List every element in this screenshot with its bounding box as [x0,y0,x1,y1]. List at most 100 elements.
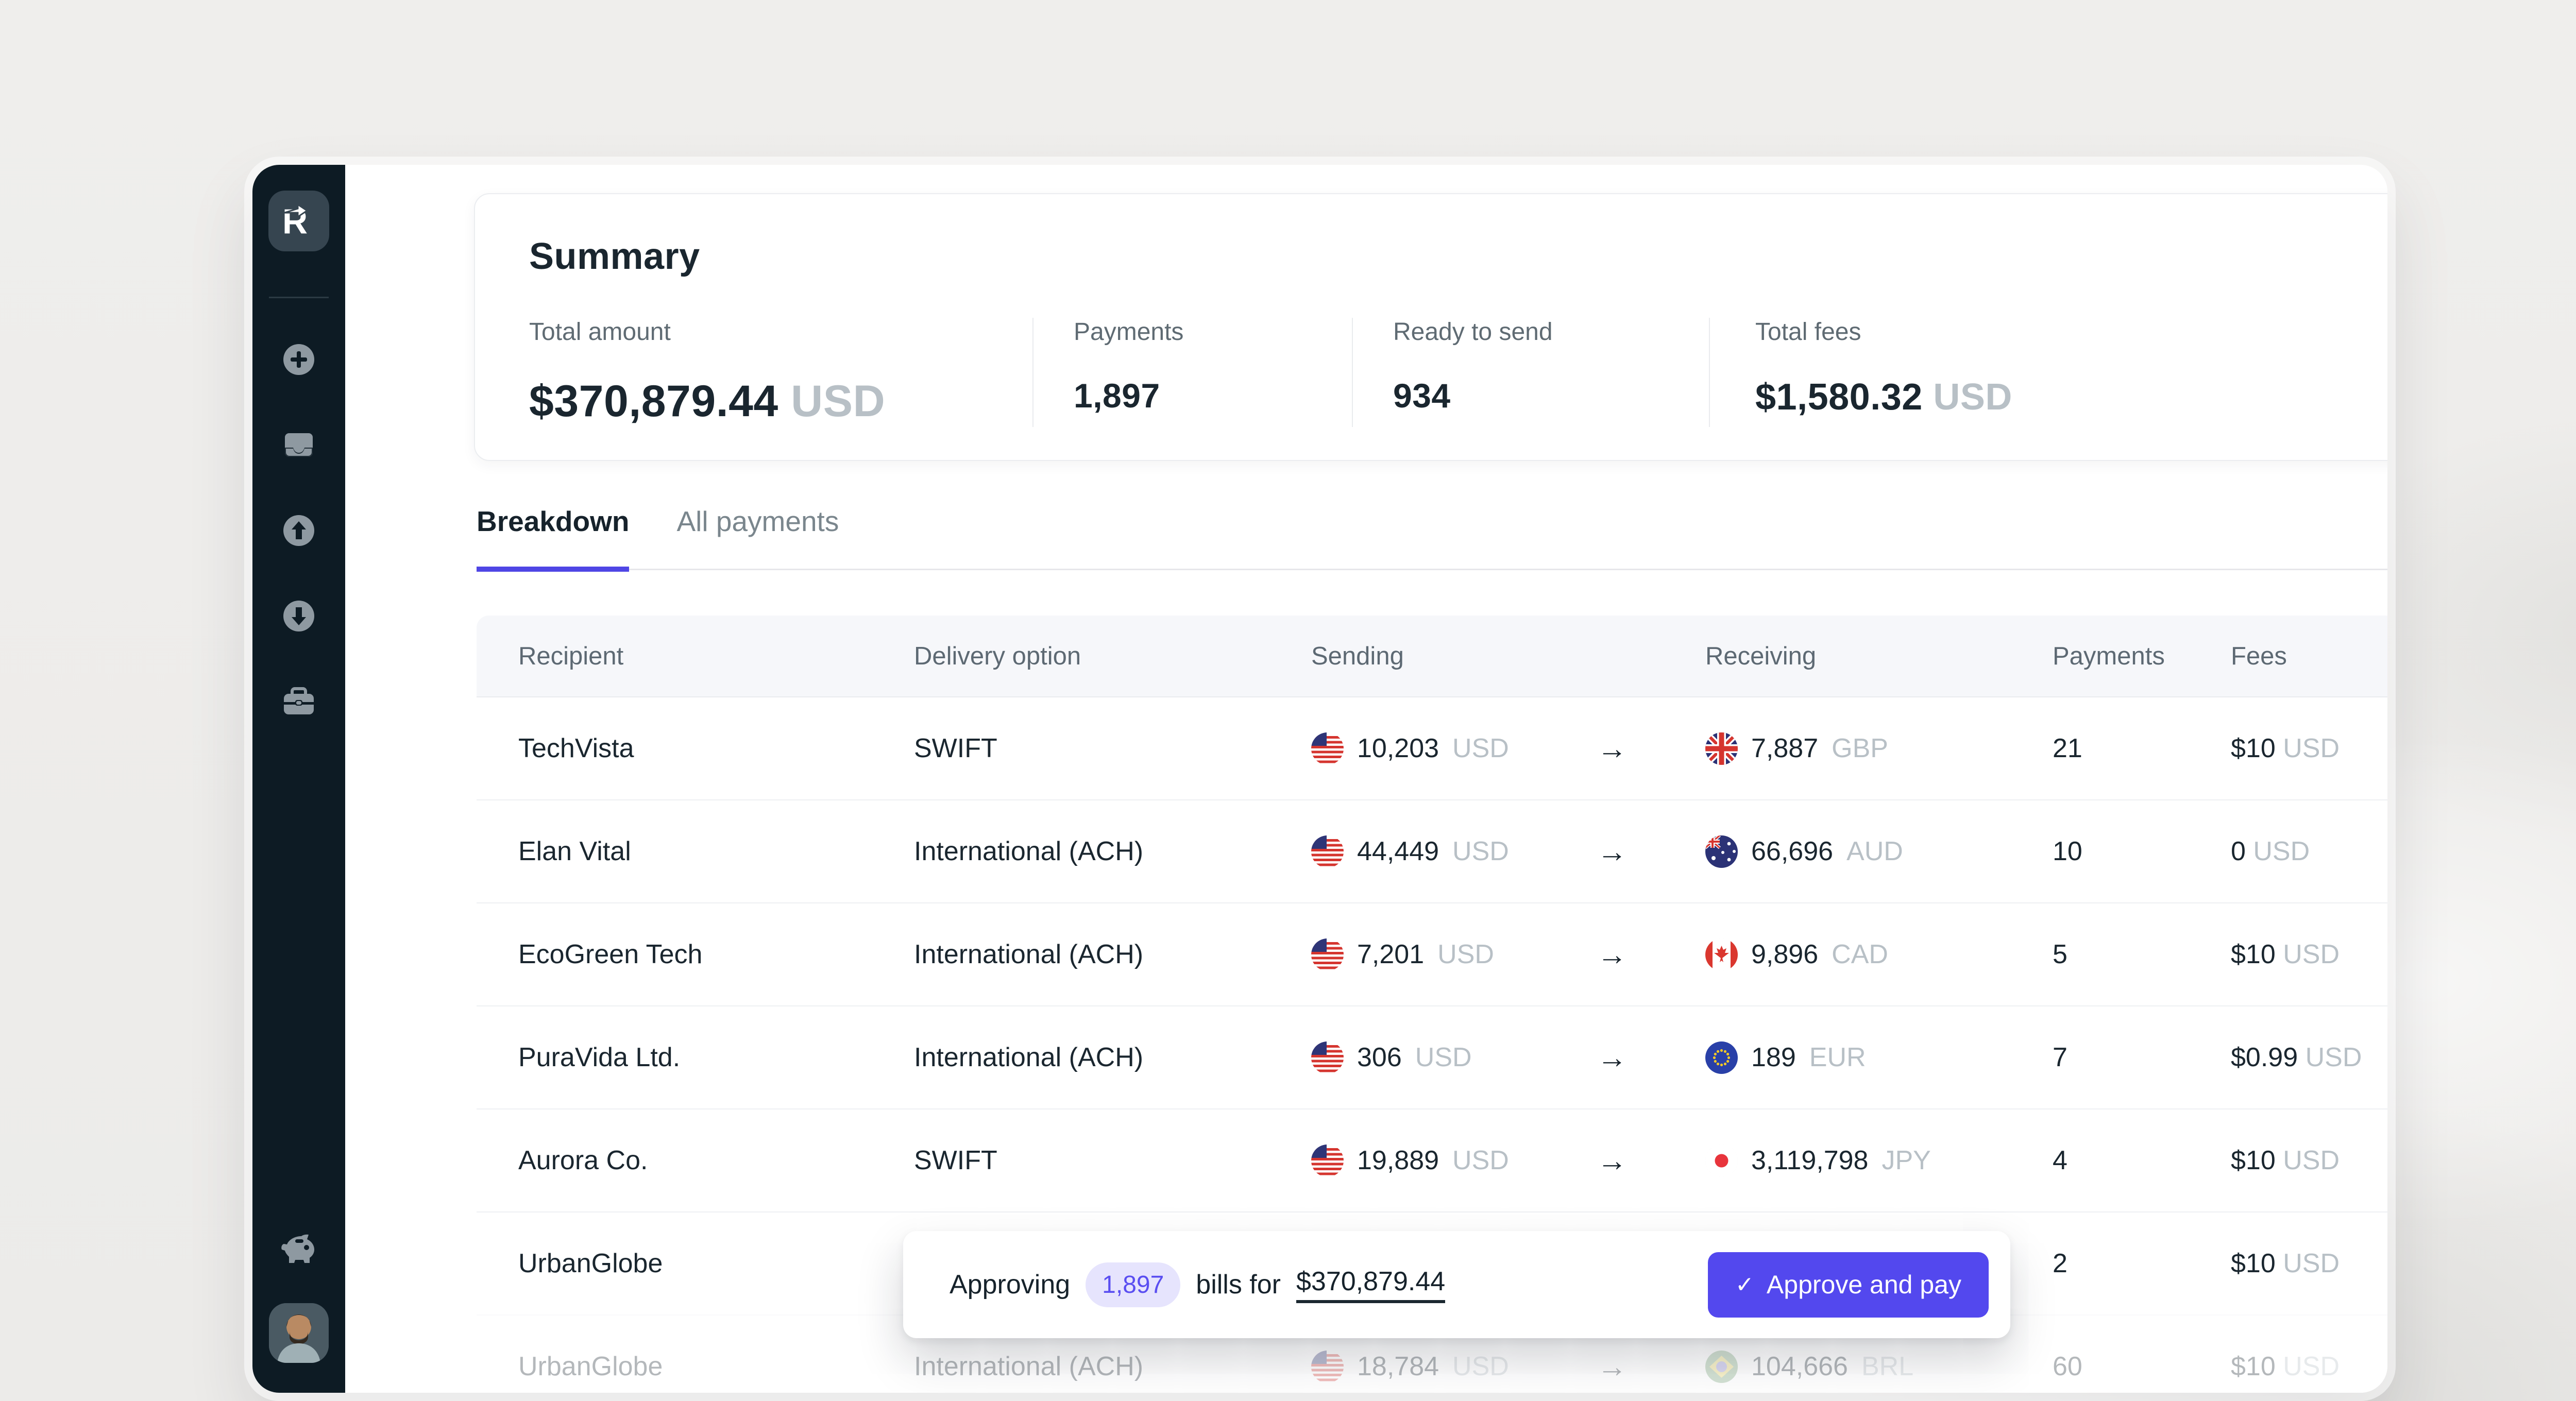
recipient-cell: PuraVida Ltd. [477,1042,914,1073]
receiving-currency: GBP [1832,733,1888,764]
arrow-right-icon: → [1597,732,1627,765]
sending-amount: 18,784 [1357,1351,1439,1382]
receiving-amount: 9,896 [1751,939,1818,970]
arrow-cell: → [1597,834,1705,869]
arrow-down-circle-icon [281,598,317,637]
sending-flag-icon [1311,1144,1344,1177]
receiving-amount: 104,666 [1751,1351,1848,1382]
recipient-cell: UrbanGlobe [477,1351,914,1382]
approval-bar: Approving 1,897 bills for $370,879.44 ✓ … [903,1231,2010,1338]
delivery-option-cell: SWIFT [914,1145,1311,1176]
recipient-cell: UrbanGlobe [477,1248,914,1279]
summary-card: Summary Total amount $370,879.44 USDPaym… [474,193,2387,461]
fees-cell: $10 USD [2231,1351,2387,1382]
sending-currency: USD [1437,939,1494,970]
avatar[interactable] [269,1303,329,1363]
payments-cell: 10 [2053,836,2231,867]
receiving-currency: BRL [1861,1351,1913,1382]
fees-cell: 0 USD [2231,836,2387,867]
piggy-bank-icon [280,1232,318,1271]
payments-cell: 2 [2053,1248,2231,1279]
table-header-row: RecipientDelivery optionSendingReceiving… [477,616,2387,697]
sending-currency: USD [1452,733,1509,764]
sending-cell: 18,784 USD [1311,1351,1597,1383]
sidebar: R [252,165,345,1393]
receiving-amount: 66,696 [1751,836,1833,867]
receiving-currency: EUR [1809,1042,1866,1073]
app-logo[interactable]: R [268,191,329,251]
summary-stat-total-fees: Total fees $1,580.32 USD [1709,318,2387,427]
sidebar-item-briefcase[interactable] [281,685,317,721]
receiving-currency: AUD [1846,836,1903,867]
sidebar-item-arrow-up-circle[interactable] [281,514,317,550]
column-header-recipient: Recipient [477,642,914,671]
sending-cell: 10,203 USD [1311,732,1597,765]
app-window: R Summary Total amount $370,879.44 USDPa… [252,165,2387,1393]
receiving-flag-icon [1705,835,1738,868]
column-header-fees: Fees [2231,642,2387,671]
table-row[interactable]: EcoGreen Tech International (ACH) 7,201 … [477,902,2387,1005]
tab-breakdown[interactable]: Breakdown [477,505,629,572]
receiving-amount: 7,887 [1751,733,1818,764]
receiving-flag-icon [1705,938,1738,971]
sidebar-item-inbox[interactable] [281,428,317,464]
sidebar-item-arrow-down-circle[interactable] [281,599,317,635]
table-row[interactable]: Elan Vital International (ACH) 44,449 US… [477,799,2387,902]
table-row[interactable]: TechVista SWIFT 10,203 USD → 7,887 GBP 2… [477,697,2387,799]
arrow-cell: → [1597,731,1705,766]
sending-currency: USD [1452,836,1509,867]
stat-label: Total amount [529,318,1032,346]
summary-title: Summary [529,235,700,278]
stat-label: Ready to send [1393,318,1709,346]
receiving-cell: 9,896 CAD [1705,938,2053,971]
column-header-payments: Payments [2053,642,2231,671]
arrow-right-icon: → [1597,1144,1627,1177]
fee-amount: 0 [2231,836,2246,866]
approve-and-pay-button[interactable]: ✓ Approve and pay [1708,1252,1989,1318]
delivery-option-cell: International (ACH) [914,1351,1311,1382]
delivery-option-cell: International (ACH) [914,939,1311,970]
receiving-currency: JPY [1882,1145,1930,1176]
approval-summary-text: Approving 1,897 bills for $370,879.44 [950,1262,1445,1307]
check-icon: ✓ [1735,1272,1754,1298]
arrow-cell: → [1597,937,1705,972]
summary-stat-ready-to-send: Ready to send 934 [1352,318,1709,427]
receiving-flag-icon [1705,1351,1738,1383]
arrow-cell: → [1597,1143,1705,1178]
table-row[interactable]: PuraVida Ltd. International (ACH) 306 US… [477,1005,2387,1108]
sidebar-item-piggy-bank[interactable] [281,1233,317,1269]
sidebar-item-plus-circle[interactable] [281,343,317,379]
fees-cell: $10 USD [2231,939,2387,970]
arrow-cell: → [1597,1349,1705,1384]
payments-cell: 21 [2053,733,2231,764]
sending-cell: 306 USD [1311,1041,1597,1074]
receiving-cell: 104,666 BRL [1705,1351,2053,1383]
approval-amount-link[interactable]: $370,879.44 [1296,1266,1445,1303]
receiving-cell: 7,887 GBP [1705,732,2053,765]
payments-cell: 7 [2053,1042,2231,1073]
receiving-amount: 3,119,798 [1751,1145,1868,1176]
table-row[interactable]: Aurora Co. SWIFT 19,889 USD → 3,119,798 … [477,1108,2387,1211]
payments-cell: 4 [2053,1145,2231,1176]
tab-all-payments[interactable]: All payments [676,505,839,572]
receiving-flag-icon [1705,732,1738,765]
inbox-icon [281,427,317,466]
tabs: Breakdown All payments [477,505,2387,570]
summary-stat-payments: Payments 1,897 [1032,318,1352,427]
fee-currency: USD [2283,733,2340,763]
receiving-cell: 189 EUR [1705,1041,2053,1074]
column-header-sending: Sending [1311,642,1597,671]
sending-amount: 10,203 [1357,733,1439,764]
receiving-flag-icon [1705,1144,1738,1177]
sending-flag-icon [1311,732,1344,765]
receiving-currency: CAD [1832,939,1888,970]
sending-currency: USD [1452,1145,1509,1176]
recipient-cell: Elan Vital [477,836,914,867]
approve-and-pay-label: Approve and pay [1767,1270,1961,1300]
fee-currency: USD [2283,1352,2340,1381]
fees-cell: $10 USD [2231,733,2387,764]
fee-currency: USD [2306,1043,2362,1072]
sending-currency: USD [1452,1351,1509,1382]
fee-amount: $10 [2231,1352,2276,1381]
fee-currency: USD [2283,939,2340,969]
